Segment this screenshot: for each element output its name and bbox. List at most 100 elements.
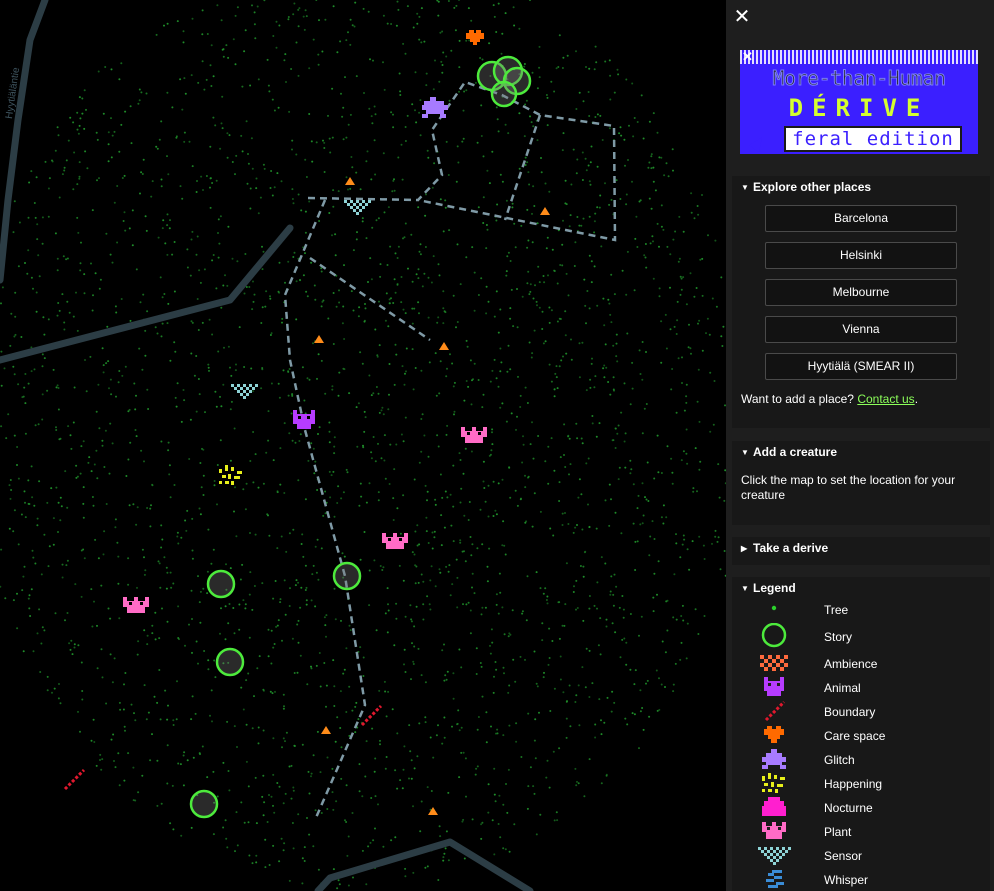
ambience-markers[interactable] [314, 177, 550, 815]
boundary-marker[interactable] [63, 768, 86, 791]
tree-dot [445, 55, 448, 58]
tree-dot [347, 123, 350, 126]
ambience-marker[interactable] [540, 207, 550, 215]
plant-marker[interactable] [123, 597, 149, 613]
tree-dot [305, 15, 308, 18]
tree-dot [515, 428, 517, 431]
tree-dot [252, 431, 255, 433]
tree-dot [662, 504, 665, 507]
tree-dot [179, 78, 182, 81]
tree-dot [220, 19, 223, 22]
tree-dot [29, 615, 32, 617]
tree-dot [315, 664, 318, 667]
tree-dot [402, 237, 404, 240]
plant-marker[interactable] [461, 427, 487, 443]
tree-dot [652, 166, 655, 169]
animal-marker[interactable] [293, 410, 315, 429]
legend-toggle[interactable]: ▼ Legend [741, 581, 796, 595]
tree-dot [95, 449, 98, 452]
tree-dot [548, 190, 551, 193]
tree-dot [411, 322, 414, 325]
story-marker[interactable] [206, 569, 236, 599]
place-button-hyytiala[interactable]: Hyytiälä (SMEAR II) [765, 353, 957, 380]
tree-dot [57, 531, 59, 533]
tree-dot [59, 702, 62, 705]
tree-dot [91, 625, 94, 628]
tree-dot [255, 187, 258, 190]
ambience-marker[interactable] [321, 726, 331, 734]
tree-dot [323, 662, 326, 664]
tree-dot [96, 179, 98, 182]
tree-dot [354, 731, 357, 734]
tree-dot [527, 476, 529, 479]
tree-dot [608, 483, 611, 486]
tree-dot [323, 141, 326, 144]
tree-dot [97, 70, 100, 73]
tree-dot [641, 341, 644, 343]
tree-dot [604, 60, 607, 63]
tree-dot [136, 653, 139, 656]
tree-dot [520, 224, 523, 227]
story-marker[interactable] [189, 789, 219, 819]
tree-dot [413, 553, 416, 556]
add-creature-toggle[interactable]: ▼ Add a creature [741, 445, 837, 459]
map-canvas[interactable]: Hyytiäläntie [0, 0, 726, 891]
ambience-marker[interactable] [439, 342, 449, 350]
tree-dot [379, 565, 382, 567]
story-marker[interactable] [332, 561, 362, 591]
place-button-helsinki[interactable]: Helsinki [765, 242, 957, 269]
tree-dot [257, 742, 260, 745]
tree-dot [121, 374, 124, 377]
tree-dot [61, 173, 64, 176]
tree-dot [323, 616, 326, 619]
sensor-marker[interactable] [344, 200, 371, 215]
tree-dot [674, 662, 677, 665]
derive-toggle[interactable]: ▶ Take a derive [741, 541, 828, 555]
tree-dot [252, 390, 255, 393]
tree-dot [493, 358, 496, 361]
tree-dot [442, 859, 445, 862]
tree-dot [196, 235, 199, 238]
tree-dot [401, 365, 404, 368]
tree-dot [384, 319, 387, 322]
boundary-marker[interactable] [360, 704, 383, 727]
tree-dot [429, 608, 432, 611]
tree-dot [648, 715, 651, 718]
close-icon[interactable]: ✕ [732, 6, 752, 26]
ambience-marker[interactable] [314, 335, 324, 343]
story-marker[interactable] [215, 647, 245, 677]
tree-dot [158, 637, 161, 640]
tree-dot [425, 72, 428, 75]
tree-dot [117, 381, 120, 384]
ambience-marker[interactable] [428, 807, 438, 815]
tree-dot [458, 66, 461, 69]
tree-dot [641, 707, 644, 709]
place-button-melbourne[interactable]: Melbourne [765, 279, 957, 306]
tree-dot [462, 472, 465, 475]
contact-us-link[interactable]: Contact us [857, 392, 914, 406]
care-space-marker[interactable] [466, 30, 484, 45]
tree-dot [373, 139, 376, 142]
story-marker[interactable] [490, 80, 518, 108]
place-button-barcelona[interactable]: Barcelona [765, 205, 957, 232]
tree-dot [197, 81, 200, 84]
tree-dot [290, 797, 293, 800]
tree-dot [452, 464, 455, 467]
happening-marker[interactable] [219, 465, 242, 485]
glitch-marker[interactable] [422, 97, 448, 118]
tree-dot [679, 658, 682, 661]
tree-dot [282, 707, 285, 710]
tree-dot [186, 759, 189, 762]
tree-dot [586, 290, 589, 292]
tree-dot [279, 483, 282, 486]
tree-dot [274, 690, 276, 693]
tree-dot [437, 0, 440, 3]
tree-dot [255, 861, 258, 864]
tree-dot [101, 347, 104, 350]
explore-toggle[interactable]: ▼ Explore other places [741, 180, 871, 194]
plant-marker[interactable] [382, 533, 408, 549]
tree-dot [590, 145, 593, 148]
tree-dot [377, 442, 379, 445]
place-button-vienna[interactable]: Vienna [765, 316, 957, 343]
tree-dot [582, 575, 585, 578]
